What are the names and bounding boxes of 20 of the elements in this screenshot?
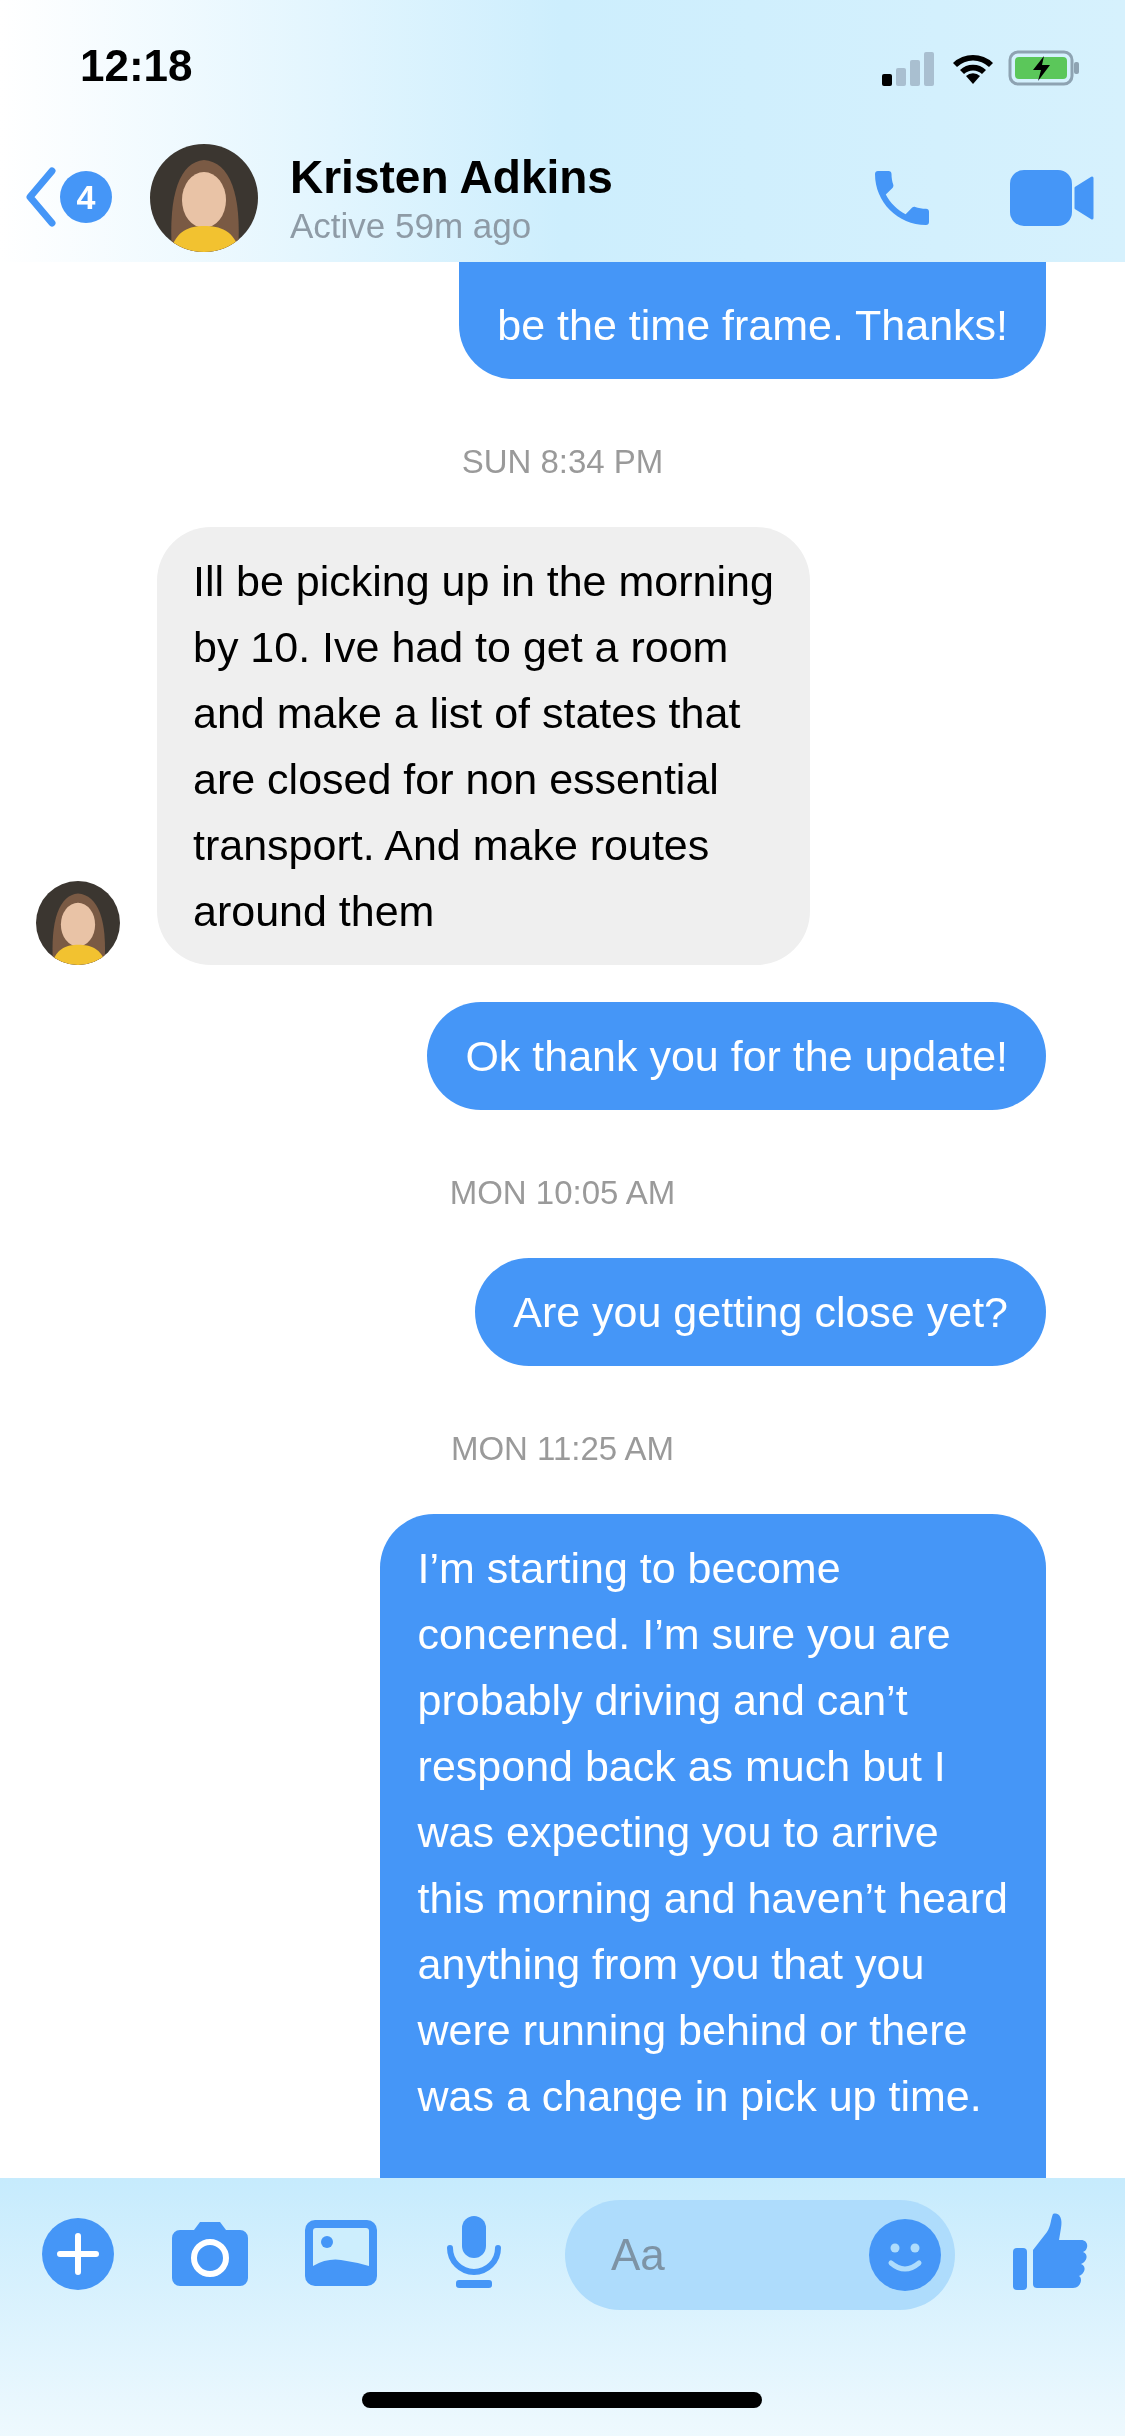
back-button[interactable]: 4 xyxy=(24,165,112,229)
message-bubble: Ok thank you for the update! xyxy=(427,1002,1046,1110)
status-time: 12:18 xyxy=(80,44,193,88)
emoji-icon[interactable] xyxy=(869,2219,941,2291)
camera-icon[interactable] xyxy=(172,2220,248,2286)
battery-icon xyxy=(1008,50,1080,86)
image-icon[interactable] xyxy=(305,2220,377,2286)
message-bubble: Ill be picking up in the morning by 10. Ive had to get a room and make a list of states that are closed for non essential transport. And make routes around them xyxy=(157,527,810,965)
timestamp: SUN 8:34 PM xyxy=(461,442,664,482)
add-icon[interactable] xyxy=(42,2218,114,2290)
thumbs-up-icon[interactable] xyxy=(1013,2212,1089,2290)
signal-icon xyxy=(882,52,936,86)
unread-badge: 4 xyxy=(60,171,112,223)
back-icon xyxy=(24,165,58,229)
timestamp: MON 10:05 AM xyxy=(449,1173,676,1213)
microphone-icon[interactable] xyxy=(446,2216,502,2290)
message-bubble: Are you getting close yet? xyxy=(475,1258,1046,1366)
timestamp: MON 11:25 AM xyxy=(450,1429,675,1469)
video-call-icon[interactable] xyxy=(1010,170,1094,226)
message-field[interactable]: Aa xyxy=(565,2200,955,2310)
